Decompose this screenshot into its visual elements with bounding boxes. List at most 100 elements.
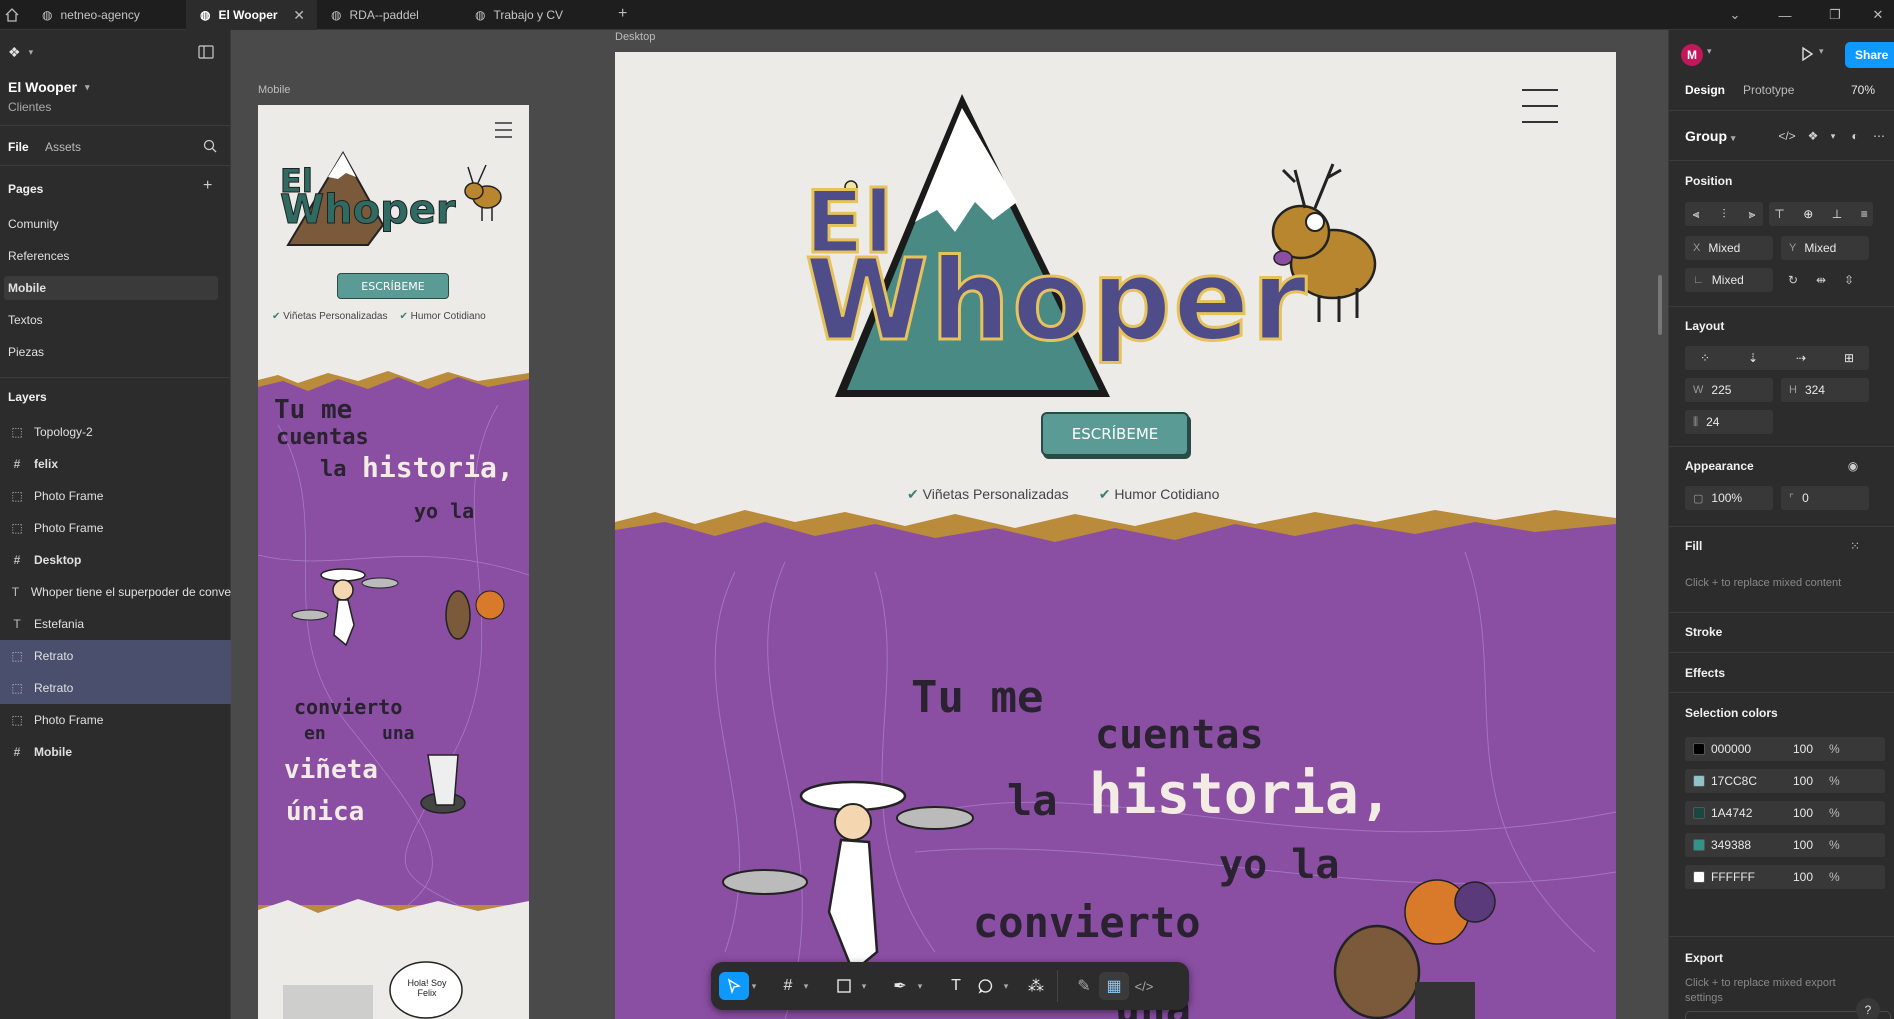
page-item-comunity[interactable]: Comunity	[8, 212, 222, 236]
distribute-icon[interactable]: ≡	[1861, 207, 1868, 221]
y-position-input[interactable]: Y Mixed	[1781, 236, 1869, 260]
align-top-icon[interactable]: ⊤	[1774, 207, 1784, 221]
layout-vertical-icon[interactable]: ⇣	[1748, 351, 1758, 365]
draw-mode-icon[interactable]: ✎	[1069, 972, 1099, 1000]
rotation-input[interactable]: ∟ Mixed	[1685, 268, 1773, 292]
dev-mode-icon[interactable]: </>	[1129, 972, 1159, 1000]
chevron-down-icon[interactable]: ▾	[999, 972, 1013, 1000]
mobile-cta-button[interactable]: ESCRÍBEME	[337, 273, 449, 299]
share-button[interactable]: Share	[1845, 42, 1894, 68]
selection-type[interactable]: Group ▾	[1685, 128, 1735, 144]
align-bottom-icon[interactable]: ⊥	[1832, 207, 1842, 221]
avatar[interactable]: M	[1681, 44, 1703, 66]
more-options-icon[interactable]: ⋯	[1865, 124, 1893, 148]
chevron-down-icon[interactable]: ▾	[913, 972, 927, 1000]
new-tab-plus-icon[interactable]: +	[618, 5, 627, 23]
restore-icon[interactable]: ❐	[1815, 0, 1855, 30]
layer-photo-frame[interactable]: ⬚ Photo Frame	[0, 512, 231, 544]
project-name[interactable]: Clientes	[8, 100, 51, 114]
visibility-eye-icon[interactable]: ◉	[1839, 454, 1867, 478]
zoom-level[interactable]: 70%	[1851, 83, 1875, 97]
tab-netneo-agency[interactable]: ◍ netneo-agency	[28, 0, 186, 30]
mobile-frame[interactable]: El Whoper ESCRÍBEME ✔ Viñetas Personaliz…	[258, 105, 529, 1019]
actions-tool-icon[interactable]: ⁂	[1021, 972, 1051, 1000]
width-input[interactable]: W 225	[1685, 378, 1773, 402]
tab-prototype[interactable]: Prototype	[1743, 83, 1794, 97]
layer-retrato[interactable]: ⬚ Retrato	[0, 640, 231, 672]
layout-grid-icon[interactable]: ⊞	[1844, 351, 1854, 365]
x-position-input[interactable]: X Mixed	[1685, 236, 1773, 260]
file-name[interactable]: El Wooper ▾	[8, 79, 90, 95]
align-left-icon[interactable]: ⫷	[1693, 207, 1700, 222]
layout-freeform-icon[interactable]: ⁘	[1700, 351, 1710, 365]
selection-color-row[interactable]: 1A4742 100%	[1685, 801, 1885, 825]
search-icon[interactable]	[203, 139, 217, 153]
close-window-icon[interactable]: ✕	[1858, 0, 1894, 30]
gap-input[interactable]: ⫼ 24	[1685, 410, 1773, 434]
frame-label-mobile[interactable]: Mobile	[258, 84, 290, 96]
rectangle-tool-icon[interactable]	[829, 972, 859, 1000]
selection-color-row[interactable]: 17CC8C 100%	[1685, 769, 1885, 793]
color-swatch[interactable]	[1693, 839, 1705, 851]
color-swatch[interactable]	[1693, 807, 1705, 819]
align-middle-icon[interactable]: ⊕	[1803, 207, 1813, 221]
text-tool-icon[interactable]: T	[941, 972, 971, 1000]
layer-topology-2[interactable]: ⬚ Topology-2	[0, 416, 231, 448]
layout-horizontal-icon[interactable]: ⇢	[1796, 351, 1806, 365]
color-swatch[interactable]	[1693, 871, 1705, 883]
flip-vertical-icon[interactable]: ⇳	[1835, 268, 1863, 292]
layer-felix[interactable]: # felix	[0, 448, 231, 480]
selection-color-row[interactable]: 000000 100%	[1685, 737, 1885, 761]
layer-retrato[interactable]: ⬚ Retrato	[0, 672, 231, 704]
selection-color-row[interactable]: 349388 100%	[1685, 833, 1885, 857]
tab-el-wooper[interactable]: ◍ El Wooper ✕	[186, 0, 317, 30]
toggle-sidebar-icon[interactable]	[198, 45, 214, 59]
canvas-scrollbar[interactable]	[1658, 275, 1662, 335]
color-swatch[interactable]	[1693, 775, 1705, 787]
layer-whoper-text[interactable]: T Whoper tiene el superpoder de conve	[0, 576, 231, 608]
tab-design[interactable]: Design	[1685, 83, 1725, 97]
opacity-input[interactable]: ▢ 100%	[1685, 486, 1773, 510]
rotate-icon[interactable]: ↻	[1779, 268, 1807, 292]
page-item-mobile[interactable]: Mobile	[4, 276, 218, 300]
chevron-down-icon[interactable]: ▾	[1707, 46, 1712, 57]
flip-horizontal-icon[interactable]: ⇹	[1807, 268, 1835, 292]
corner-radius-input[interactable]: ⌜ 0	[1781, 486, 1869, 510]
chevron-down-icon[interactable]: ▾	[1819, 46, 1824, 57]
pen-tool-icon[interactable]: ✒	[885, 972, 915, 1000]
help-icon[interactable]: ?	[1856, 998, 1880, 1019]
move-tool-icon[interactable]	[719, 972, 749, 1000]
comment-tool-icon[interactable]	[971, 972, 1001, 1000]
code-icon[interactable]: </>	[1773, 124, 1801, 148]
minimize-icon[interactable]: —	[1765, 0, 1805, 30]
design-mode-icon[interactable]: ▦	[1099, 972, 1129, 1000]
chevron-down-icon[interactable]: ▾	[799, 972, 813, 1000]
align-center-icon[interactable]: ⫶	[1722, 207, 1725, 222]
layer-estefania[interactable]: T Estefania	[0, 608, 231, 640]
color-swatch[interactable]	[1693, 743, 1705, 755]
tab-assets[interactable]: Assets	[45, 140, 81, 154]
present-play-icon[interactable]	[1799, 46, 1815, 62]
desktop-frame[interactable]: El Whoper ESCRÍBEME ✔ Viñetas Personaliz…	[615, 52, 1616, 1019]
page-item-references[interactable]: References	[8, 244, 222, 268]
layer-desktop[interactable]: # Desktop	[0, 544, 231, 576]
height-input[interactable]: H 324	[1781, 378, 1869, 402]
canvas[interactable]: Mobile Desktop El Whoper ESCRÍBEME ✔ Viñ…	[231, 30, 1668, 1019]
tab-rda-paddel[interactable]: ◍ RDA--paddel	[317, 0, 460, 30]
selection-color-row[interactable]: FFFFFF 100%	[1685, 865, 1885, 889]
layer-mobile[interactable]: # Mobile	[0, 736, 231, 768]
page-item-textos[interactable]: Textos	[8, 308, 222, 332]
chevron-down-icon[interactable]: ⌄	[1715, 0, 1755, 30]
styles-grid-icon[interactable]: ⁙	[1841, 534, 1869, 558]
page-item-piezas[interactable]: Piezas	[8, 340, 222, 364]
tab-file[interactable]: File	[8, 140, 29, 154]
chevron-down-icon[interactable]: ▾	[747, 972, 761, 1000]
tab-trabajo-y-cv[interactable]: ◍ Trabajo y CV	[461, 0, 603, 30]
layer-photo-frame[interactable]: ⬚ Photo Frame	[0, 704, 231, 736]
align-right-icon[interactable]: ⫸	[1749, 207, 1756, 222]
main-menu-button[interactable]: ❖ ▾	[8, 44, 33, 61]
layer-photo-frame[interactable]: ⬚ Photo Frame	[0, 480, 231, 512]
home-icon[interactable]	[4, 7, 20, 23]
chevron-down-icon[interactable]: ▾	[857, 972, 871, 1000]
add-page-plus-icon[interactable]: +	[203, 177, 212, 195]
